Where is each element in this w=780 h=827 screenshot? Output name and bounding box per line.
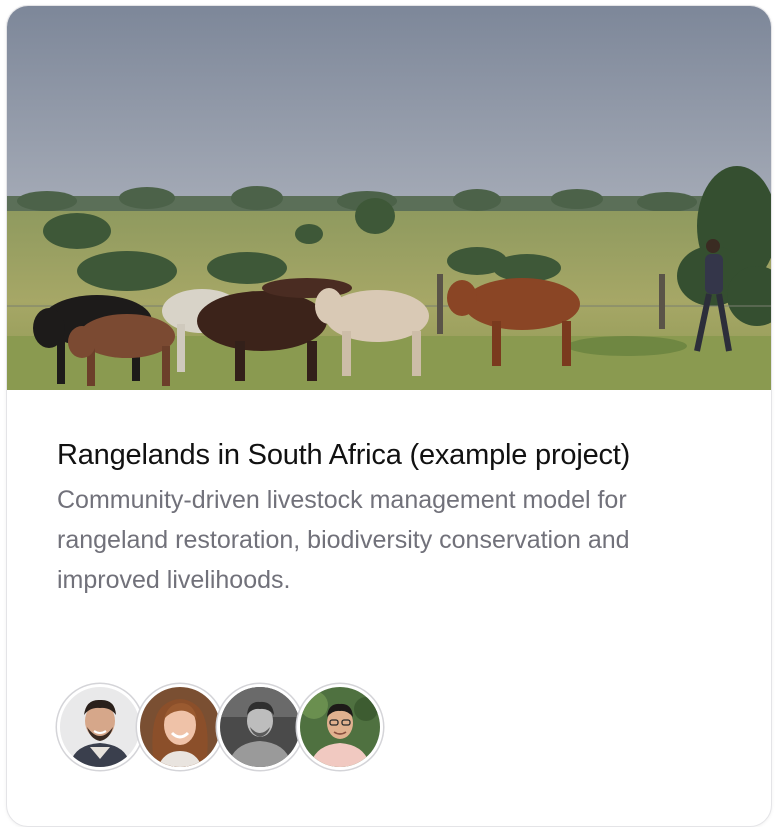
avatar-woman-smiling[interactable] (137, 684, 223, 770)
project-description: Community-driven livestock management mo… (57, 486, 630, 594)
project-card-body: Rangelands in South Africa (example proj… (57, 438, 737, 600)
member-avatar-group[interactable] (57, 684, 383, 774)
project-title[interactable]: Rangelands in South Africa (example proj… (57, 438, 737, 472)
avatar-man-smiling-beard[interactable] (57, 684, 143, 770)
project-cover-image (7, 6, 771, 390)
avatar-man-glasses-greenery[interactable] (297, 684, 383, 770)
avatar-man-bw[interactable] (217, 684, 303, 770)
project-card[interactable]: Rangelands in South Africa (example proj… (6, 5, 772, 827)
